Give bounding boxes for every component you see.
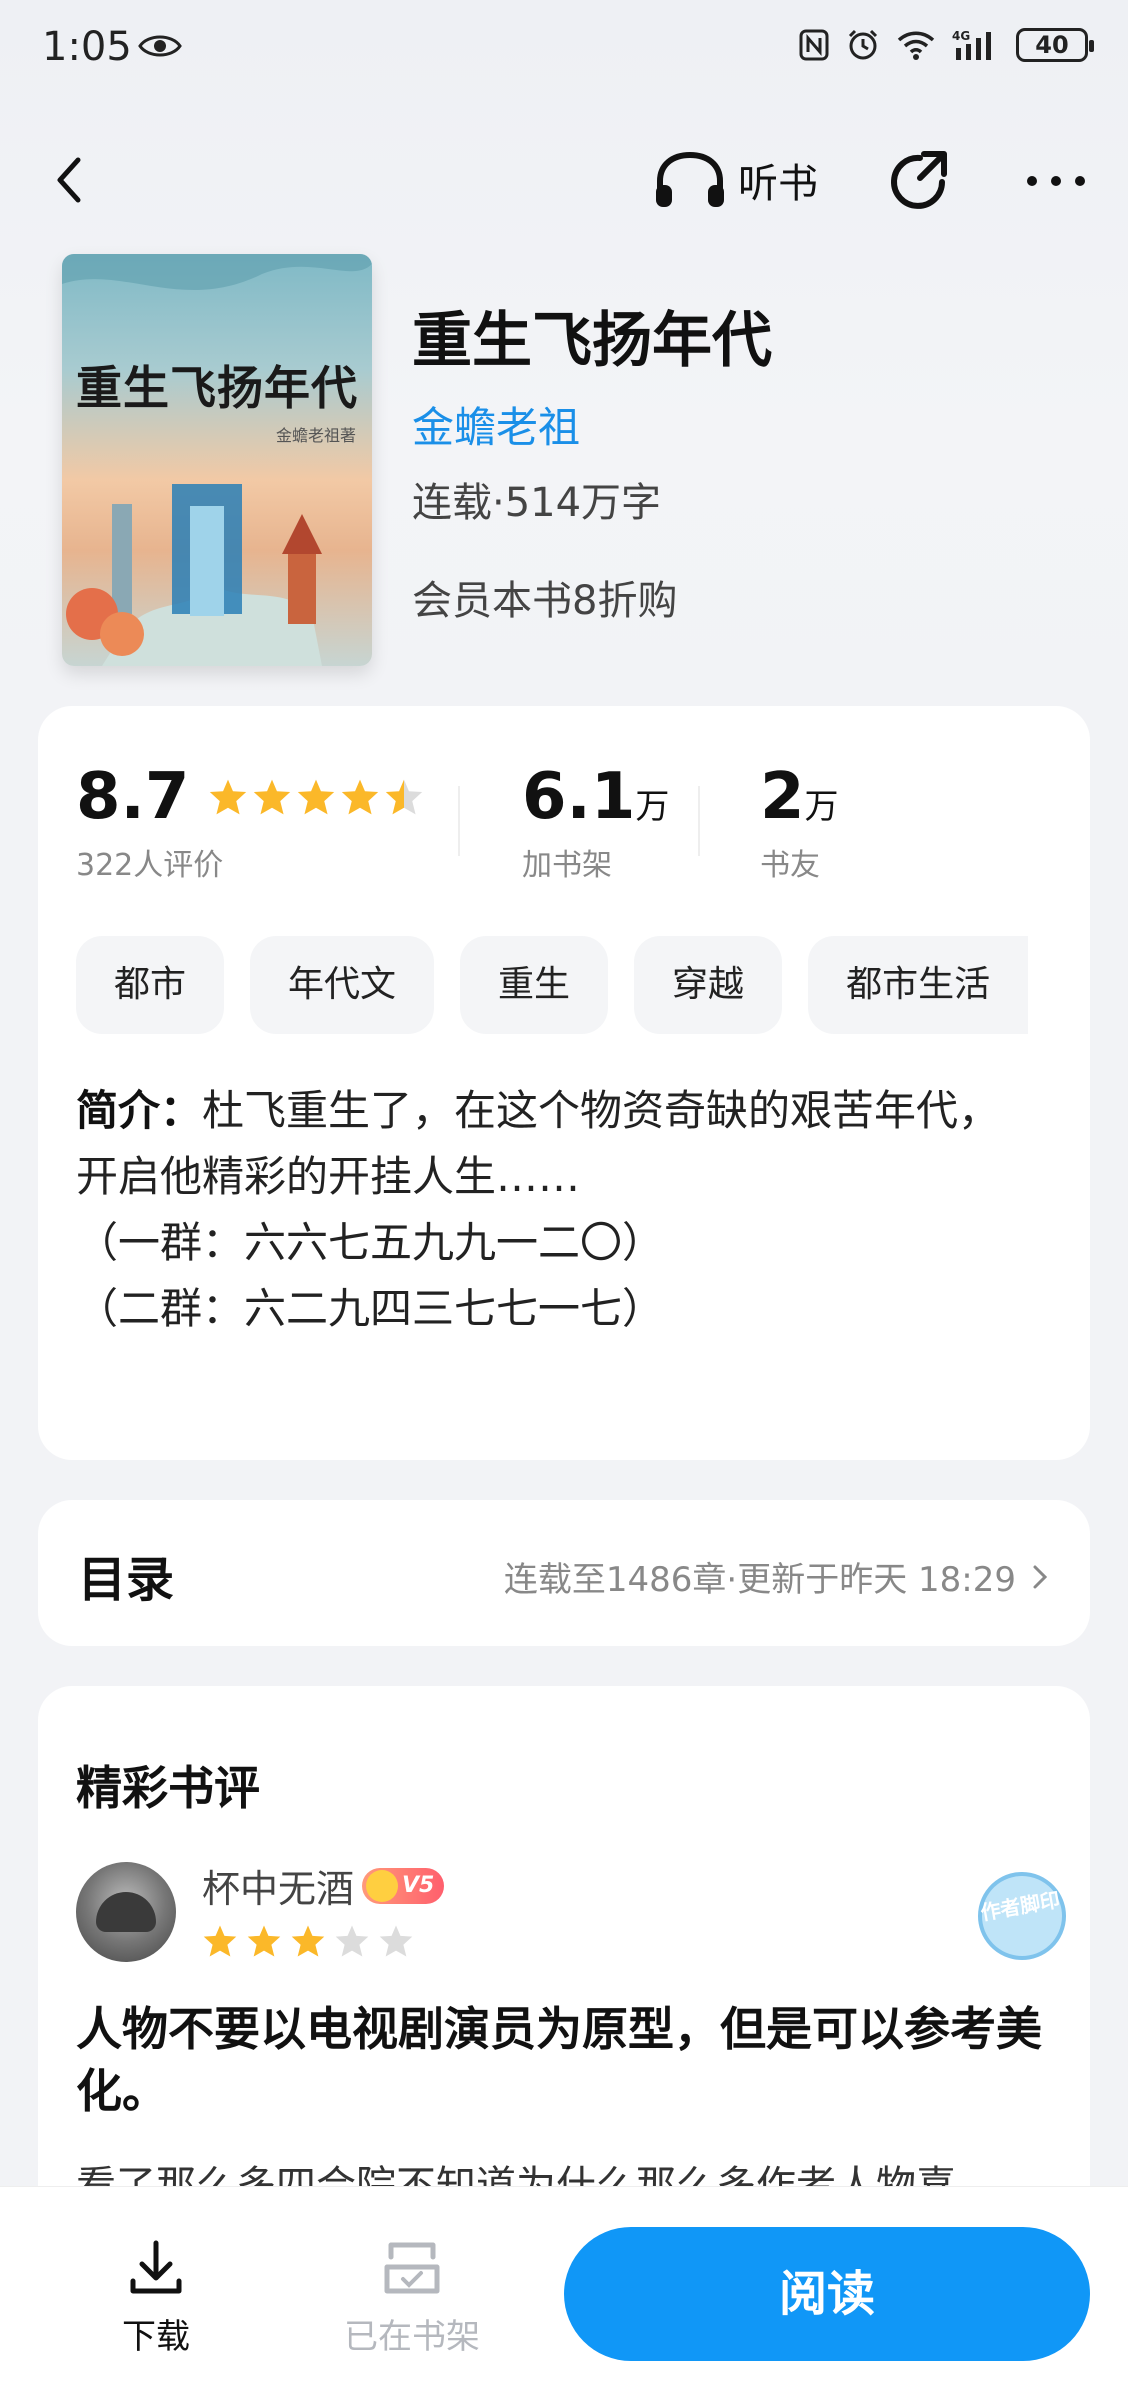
book-cover[interactable]: 重生飞扬年代 金蟾老祖著	[62, 254, 372, 666]
star-icon	[291, 1925, 325, 1957]
vip-level: V5	[402, 1873, 435, 1898]
toc-card[interactable]: 目录 连载至1486章·更新于昨天 18:29	[38, 1500, 1090, 1646]
tag-chip[interactable]: 穿越	[634, 936, 783, 1034]
tag-chip[interactable]: 年代文	[250, 936, 435, 1034]
intro-line: （二群：六二九四三七七一七）	[76, 1284, 665, 1333]
star-icon	[254, 779, 291, 815]
reviews-heading: 精彩书评	[76, 1761, 260, 1815]
star-icon	[203, 1925, 237, 1957]
vip-face-icon	[366, 1869, 399, 1902]
toc-info-text: 连载至1486章·更新于昨天 18:29	[503, 1560, 1016, 1600]
friends-unit: 万	[804, 787, 839, 827]
book-title: 重生飞扬年代	[412, 306, 772, 376]
share-icon[interactable]	[884, 146, 954, 216]
friends-count: 2	[760, 760, 805, 834]
chevron-right-icon	[1033, 1565, 1048, 1588]
more-icon[interactable]	[1024, 146, 1088, 216]
friends-label: 书友	[760, 848, 820, 883]
rating-score: 8.7	[76, 760, 190, 834]
download-icon	[130, 2240, 182, 2294]
star-icon	[342, 779, 379, 815]
avatar[interactable]	[76, 1862, 176, 1962]
reviewer-name: 杯中无酒	[202, 1867, 355, 1911]
book-status: 连载·514万字	[412, 480, 662, 526]
tag-chip[interactable]: 都市生活	[808, 936, 1029, 1034]
read-button[interactable]: 阅读	[564, 2227, 1090, 2361]
bookshelf-icon	[384, 2242, 440, 2294]
cover-title: 重生飞扬年代	[76, 361, 358, 415]
vip-badge: V5	[362, 1867, 445, 1904]
stat-divider	[458, 786, 460, 856]
wifi-icon	[897, 31, 935, 60]
on-shelf-label: 已在书架	[344, 2317, 480, 2357]
rating-stat[interactable]: 8.7 322人评价	[76, 760, 424, 884]
cover-author: 金蟾老祖著	[275, 426, 356, 445]
listen-button[interactable]: 听书	[652, 148, 818, 212]
rating-count: 322人评价	[76, 848, 224, 883]
star-icon	[247, 1925, 281, 1957]
cellular-signal-icon: 4G	[952, 29, 991, 60]
download-button[interactable]: 下载	[66, 2237, 246, 2358]
reviewer-info[interactable]: 杯中无酒 V5	[202, 1858, 445, 1913]
bottom-action-bar: 下载 已在书架 阅读	[0, 2186, 1128, 2400]
toc-update-info: 连载至1486章·更新于昨天 18:29	[504, 1552, 1050, 1601]
shelf-count: 6.1	[522, 760, 636, 834]
eye-icon	[138, 35, 182, 57]
review-stars	[202, 1924, 414, 1958]
empty-star-icon	[379, 1925, 413, 1957]
nfc-icon	[799, 29, 829, 61]
member-promo[interactable]: 会员本书8折购	[412, 568, 677, 626]
listen-label: 听书	[738, 161, 818, 207]
headphones-icon	[656, 151, 724, 207]
author-footprint-stamp: 作者脚印	[971, 1865, 1073, 1967]
star-icon	[210, 779, 247, 815]
battery-indicator: 40	[1016, 28, 1094, 62]
friends-stat[interactable]: 2万 书友	[760, 760, 839, 884]
book-intro[interactable]: 简介：杜飞重生了，在这个物资奇缺的艰苦年代， 开启他精彩的开挂人生…… （一群：…	[76, 1078, 1056, 1342]
stat-divider	[698, 786, 700, 856]
download-label: 下载	[122, 2317, 190, 2357]
half-star-icon	[386, 779, 423, 815]
intro-line: 开启他精彩的开挂人生……	[76, 1152, 581, 1201]
shelf-label: 加书架	[522, 848, 612, 883]
cover-art	[62, 254, 372, 666]
shelf-unit: 万	[635, 787, 670, 827]
book-info-card: 8.7 322人评价 6.1万 加书架 2万 书友 都市 年代文 重生 穿越 都…	[38, 706, 1090, 1460]
tag-list: 都市 年代文 重生 穿越 都市生活	[76, 936, 1029, 1034]
svg-text:4G: 4G	[952, 29, 970, 43]
shelf-stat: 6.1万 加书架	[522, 760, 669, 884]
alarm-icon	[848, 29, 878, 60]
tag-chip[interactable]: 重生	[460, 936, 609, 1034]
empty-star-icon	[335, 1925, 369, 1957]
star-icon	[298, 779, 335, 815]
rating-stars	[208, 778, 424, 816]
review-title[interactable]: 人物不要以电视剧演员为原型，但是可以参考美化。	[76, 1998, 1056, 2122]
tag-chip[interactable]: 都市	[76, 936, 225, 1034]
on-shelf-button[interactable]: 已在书架	[322, 2237, 502, 2358]
status-icons: 4G 40	[798, 28, 1094, 62]
intro-line: （一群：六六七五九九一二〇）	[76, 1218, 665, 1267]
status-time: 1:05	[42, 24, 132, 70]
author-link[interactable]: 金蟾老祖	[412, 394, 580, 455]
intro-line: 杜飞重生了，在这个物资奇缺的艰苦年代，	[202, 1086, 1001, 1135]
status-bar: 1:05 4G 40	[0, 0, 1128, 100]
toc-title: 目录	[78, 1552, 175, 1608]
intro-label: 简介：	[76, 1086, 203, 1135]
back-arrow-icon[interactable]	[40, 150, 100, 210]
top-nav: 听书	[0, 130, 1128, 230]
